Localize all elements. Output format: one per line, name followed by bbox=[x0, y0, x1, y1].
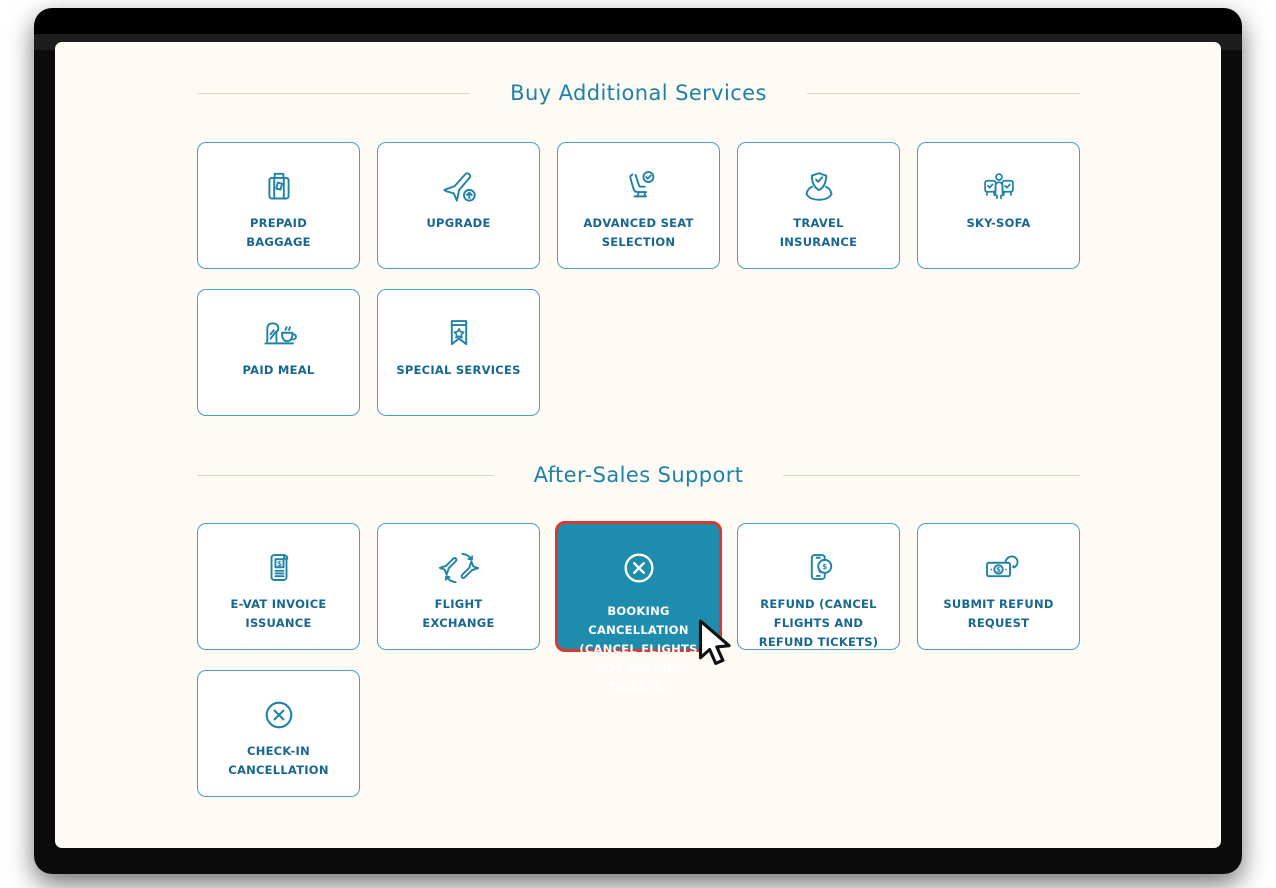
section-title: Buy Additional Services bbox=[510, 81, 767, 105]
cancel-circle-icon bbox=[198, 690, 359, 740]
section-title: After-Sales Support bbox=[534, 463, 744, 487]
divider-line bbox=[197, 93, 470, 94]
sofa-seats-icon bbox=[918, 162, 1079, 212]
service-card-upgrade[interactable]: UPGRADE bbox=[377, 142, 540, 269]
service-card-label: SKY-SOFA bbox=[924, 214, 1074, 233]
service-card-label: E-VAT INVOICE ISSUANCE bbox=[204, 595, 354, 633]
shield-hands-icon bbox=[738, 162, 899, 212]
svg-text:$: $ bbox=[276, 559, 281, 568]
buy-services-grid: PREPAID BAGGAGE UPGRADE bbox=[197, 142, 1080, 416]
cancel-circle-icon bbox=[558, 543, 719, 593]
plane-upgrade-icon bbox=[378, 162, 539, 212]
service-card-sky-sofa[interactable]: SKY-SOFA bbox=[917, 142, 1080, 269]
app-window: Buy Additional Services PREPAID BAGGAGE bbox=[34, 8, 1242, 874]
service-card-special-services[interactable]: SPECIAL SERVICES bbox=[377, 289, 540, 416]
service-card-submit-refund-request[interactable]: $ SUBMIT REFUND REQUEST bbox=[917, 523, 1080, 650]
divider-line bbox=[783, 475, 1080, 476]
service-card-label: ADVANCED SEAT SELECTION bbox=[564, 214, 714, 252]
seat-check-icon bbox=[558, 162, 719, 212]
ribbon-star-icon bbox=[378, 309, 539, 359]
service-card-refund[interactable]: $ REFUND (CANCEL FLIGHTS AND REFUND TICK… bbox=[737, 523, 900, 650]
service-card-checkin-cancellation[interactable]: CHECK-IN CANCELLATION bbox=[197, 670, 360, 797]
divider-line bbox=[197, 475, 494, 476]
service-card-label: REFUND (CANCEL FLIGHTS AND REFUND TICKET… bbox=[744, 595, 894, 652]
planes-exchange-icon bbox=[378, 543, 539, 593]
service-card-label: PREPAID BAGGAGE bbox=[204, 214, 354, 252]
svg-text:$: $ bbox=[822, 562, 827, 571]
service-card-label: SUBMIT REFUND REQUEST bbox=[924, 595, 1074, 633]
after-sales-grid: $ E-VAT INVOICE ISSUANCE bbox=[197, 523, 1080, 797]
service-card-label: SPECIAL SERVICES bbox=[384, 361, 534, 380]
meal-icon bbox=[198, 309, 359, 359]
service-card-label: BOOKING CANCELLATION (CANCEL FLIGHTS NOT… bbox=[564, 602, 714, 697]
invoice-dollar-icon: $ bbox=[198, 543, 359, 593]
services-panel: Buy Additional Services PREPAID BAGGAGE bbox=[55, 42, 1221, 848]
service-card-label: PAID MEAL bbox=[204, 361, 354, 380]
phone-refund-icon: $ bbox=[738, 543, 899, 593]
service-card-booking-cancellation[interactable]: BOOKING CANCELLATION (CANCEL FLIGHTS NOT… bbox=[555, 521, 722, 652]
svg-text:$: $ bbox=[996, 566, 1001, 574]
service-card-label: FLIGHT EXCHANGE bbox=[384, 595, 534, 633]
section-header-after-sales-support: After-Sales Support bbox=[197, 460, 1080, 490]
banknote-refund-icon: $ bbox=[918, 543, 1079, 593]
service-card-paid-meal[interactable]: PAID MEAL bbox=[197, 289, 360, 416]
section-header-buy-additional-services: Buy Additional Services bbox=[197, 78, 1080, 108]
divider-line bbox=[807, 93, 1080, 94]
service-card-prepaid-baggage[interactable]: PREPAID BAGGAGE bbox=[197, 142, 360, 269]
service-card-label: CHECK-IN CANCELLATION bbox=[204, 742, 354, 780]
service-card-label: UPGRADE bbox=[384, 214, 534, 233]
service-card-travel-insurance[interactable]: TRAVEL INSURANCE bbox=[737, 142, 900, 269]
suitcase-icon bbox=[198, 162, 359, 212]
service-card-evat-invoice-issuance[interactable]: $ E-VAT INVOICE ISSUANCE bbox=[197, 523, 360, 650]
service-card-advanced-seat-selection[interactable]: ADVANCED SEAT SELECTION bbox=[557, 142, 720, 269]
service-card-label: TRAVEL INSURANCE bbox=[744, 214, 894, 252]
service-card-flight-exchange[interactable]: FLIGHT EXCHANGE bbox=[377, 523, 540, 650]
